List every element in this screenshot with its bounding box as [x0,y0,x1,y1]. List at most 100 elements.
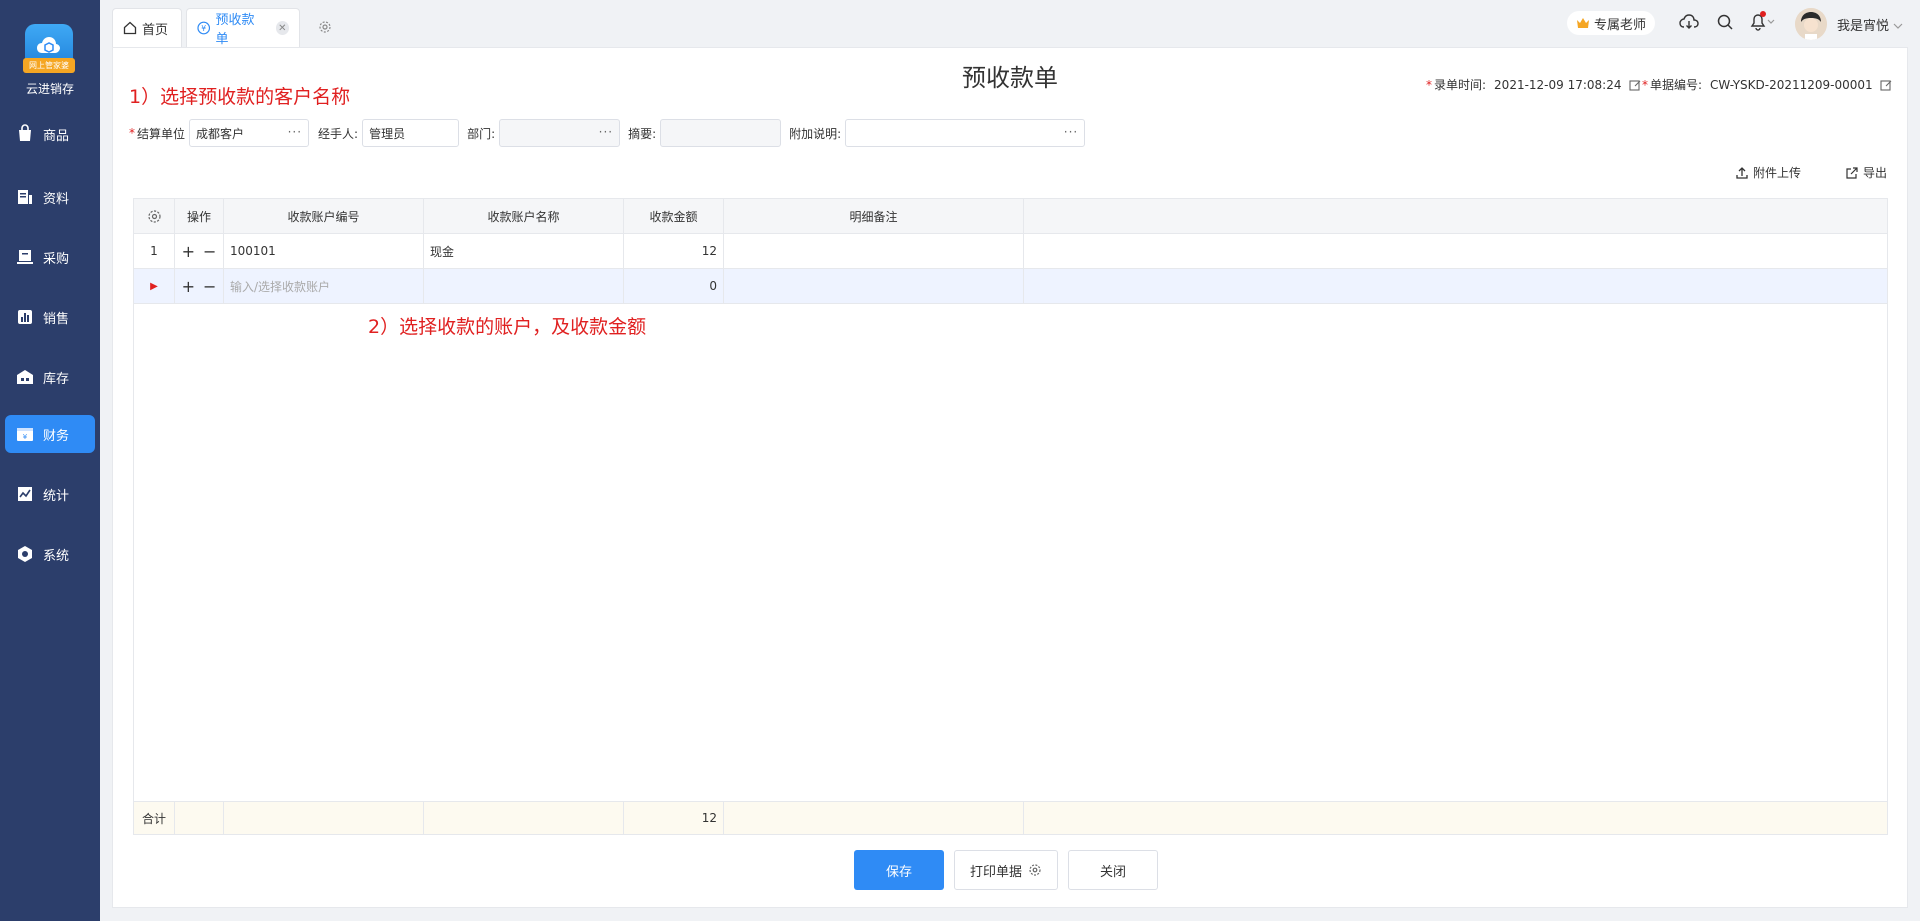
account-name-cell[interactable] [424,269,624,303]
entry-time: * 录单时间: 2021-12-09 17:08:24 [1426,76,1642,93]
summary-label: 摘要: [628,126,657,141]
column-header: 收款账户编号 [224,199,424,233]
receipt-grid: 操作 收款账户编号 收款账户名称 收款金额 明细备注 1 + − 100101 现… [133,198,1888,835]
settle-unit-label: 结算单位 [137,126,186,141]
more-icon[interactable]: ··· [1064,125,1078,139]
close-button[interactable]: 关闭 [1068,850,1158,890]
settle-unit-value: 成都客户 [196,126,245,141]
logo-badge: 网上管家婆 [23,58,75,73]
document-number: * 单据编号: CW-YSKD-20211209-00001 [1642,76,1893,93]
remark-field[interactable]: ··· [845,119,1086,147]
empty-cell [1024,234,1887,268]
export-button[interactable]: 导出 [1845,164,1887,181]
sidebar-item-label: 销售 [43,311,70,327]
footer-cell [724,802,1024,834]
print-button[interactable]: 打印单据 [954,850,1058,890]
remove-row-icon[interactable]: − [203,277,216,296]
annotation-step1: 1）选择预收款的客户名称 [129,86,351,108]
footer-cell [175,802,224,834]
total-amount: 12 [624,802,724,834]
gear-icon[interactable] [318,20,332,34]
save-button[interactable]: 保存 [854,850,944,890]
app-name: 云进销存 [25,82,74,96]
gear-icon [147,209,161,223]
account-no-cell[interactable]: 100101 [224,234,424,268]
table-row-new[interactable]: ▶ + − 输入/选择收款账户 0 [134,269,1887,304]
top-bar: 首页 ¥ 预收款单 ✕ 专属老师 我是宵悦 [100,0,1920,47]
dept-label: 部门: [467,126,496,141]
grid-footer: 合计 12 [134,801,1887,834]
search-icon[interactable] [1716,13,1734,31]
tab-home[interactable]: 首页 [112,8,182,47]
row-ops: + − [175,269,224,303]
exclusive-teacher-button[interactable]: 专属老师 [1567,11,1655,35]
main-panel: 预收款单 1）选择预收款的客户名称 * 录单时间: 2021-12-09 17:… [112,47,1908,908]
remark-label: 附加说明: [789,126,842,141]
bell-icon[interactable] [1748,10,1778,32]
svg-text:¥: ¥ [23,433,28,441]
table-row[interactable]: 1 + − 100101 现金 12 [134,234,1887,269]
tab-prepayment-receipt[interactable]: ¥ 预收款单 ✕ [186,8,300,47]
entry-time-label: 录单时间: [1434,78,1487,92]
add-row-icon[interactable]: + [182,277,195,296]
account-input[interactable]: 输入/选择收款账户 [224,269,424,303]
sidebar-item-sales[interactable]: 销售 [5,298,95,336]
sidebar-item-statistics[interactable]: 统计 [5,475,95,513]
attachment-upload-button[interactable]: 附件上传 [1735,164,1801,181]
upload-icon [1736,166,1748,179]
column-header: 收款账户名称 [424,199,624,233]
row-pointer: ▶ [134,269,175,303]
sidebar-item-goods[interactable]: 商品 [5,115,95,153]
note-cell[interactable] [724,269,1024,303]
doc-no-value: CW-YSKD-20211209-00001 [1710,77,1873,92]
column-header: 操作 [175,199,224,233]
handler-field[interactable]: 管理员 [362,119,460,147]
annotation-step2: 2）选择收款的账户，及收款金额 [368,316,647,338]
sidebar-item-data[interactable]: 资料 [5,178,95,216]
footer-cell [424,802,624,834]
empty-cell [1024,269,1887,303]
sidebar-item-label: 资料 [43,191,70,207]
close-icon[interactable]: ✕ [275,21,289,35]
cloud-download-icon[interactable] [1678,13,1700,31]
summary-field[interactable] [660,119,782,147]
caret-right-icon: ▶ [150,280,158,292]
wallet-icon: ¥ [17,428,33,441]
sidebar-item-system[interactable]: 系统 [5,535,95,573]
column-header: 收款金额 [624,199,724,233]
edit-icon[interactable] [1628,78,1642,92]
dept-field[interactable]: ··· [499,119,621,147]
document-icon [18,190,32,204]
chevron-down-icon [1893,23,1903,29]
sidebar-item-finance[interactable]: ¥ 财务 [5,415,95,453]
column-header-empty [1024,199,1887,233]
account-name-cell[interactable]: 现金 [424,234,624,268]
total-label: 合计 [134,802,175,834]
amount-cell[interactable]: 12 [624,234,724,268]
settle-unit-field[interactable]: 成都客户 ··· [189,119,310,147]
crown-icon [1576,18,1589,28]
gear-icon[interactable] [1028,863,1042,877]
sidebar-item-label: 库存 [43,371,70,387]
sidebar: 网上管家婆 云进销存 商品 资料 采购 销售 库存 ¥ 财务 统计 系统 [0,0,100,921]
footer-cell [224,802,424,834]
column-settings[interactable] [134,199,175,233]
add-row-icon[interactable]: + [182,242,195,261]
username[interactable]: 我是宵悦 [1837,15,1903,34]
settings-hex-icon [18,546,32,562]
form-row: * 结算单位 成都客户 ··· 经手人: 管理员 部门: ··· 摘要: 附加说… [129,119,1086,147]
note-cell[interactable] [724,234,1024,268]
row-ops: + − [175,234,224,268]
amount-cell[interactable]: 0 [624,269,724,303]
more-icon[interactable]: ··· [288,125,302,139]
handler-label: 经手人: [318,126,359,141]
remove-row-icon[interactable]: − [203,242,216,261]
avatar[interactable] [1795,8,1827,40]
row-index: 1 [134,234,175,268]
upload-label: 附件上传 [1753,166,1802,180]
sidebar-item-inventory[interactable]: 库存 [5,358,95,396]
tab-active-label: 预收款单 [215,13,255,47]
more-icon[interactable]: ··· [599,125,613,139]
sidebar-item-purchase[interactable]: 采购 [5,238,95,276]
edit-icon[interactable] [1879,78,1893,92]
